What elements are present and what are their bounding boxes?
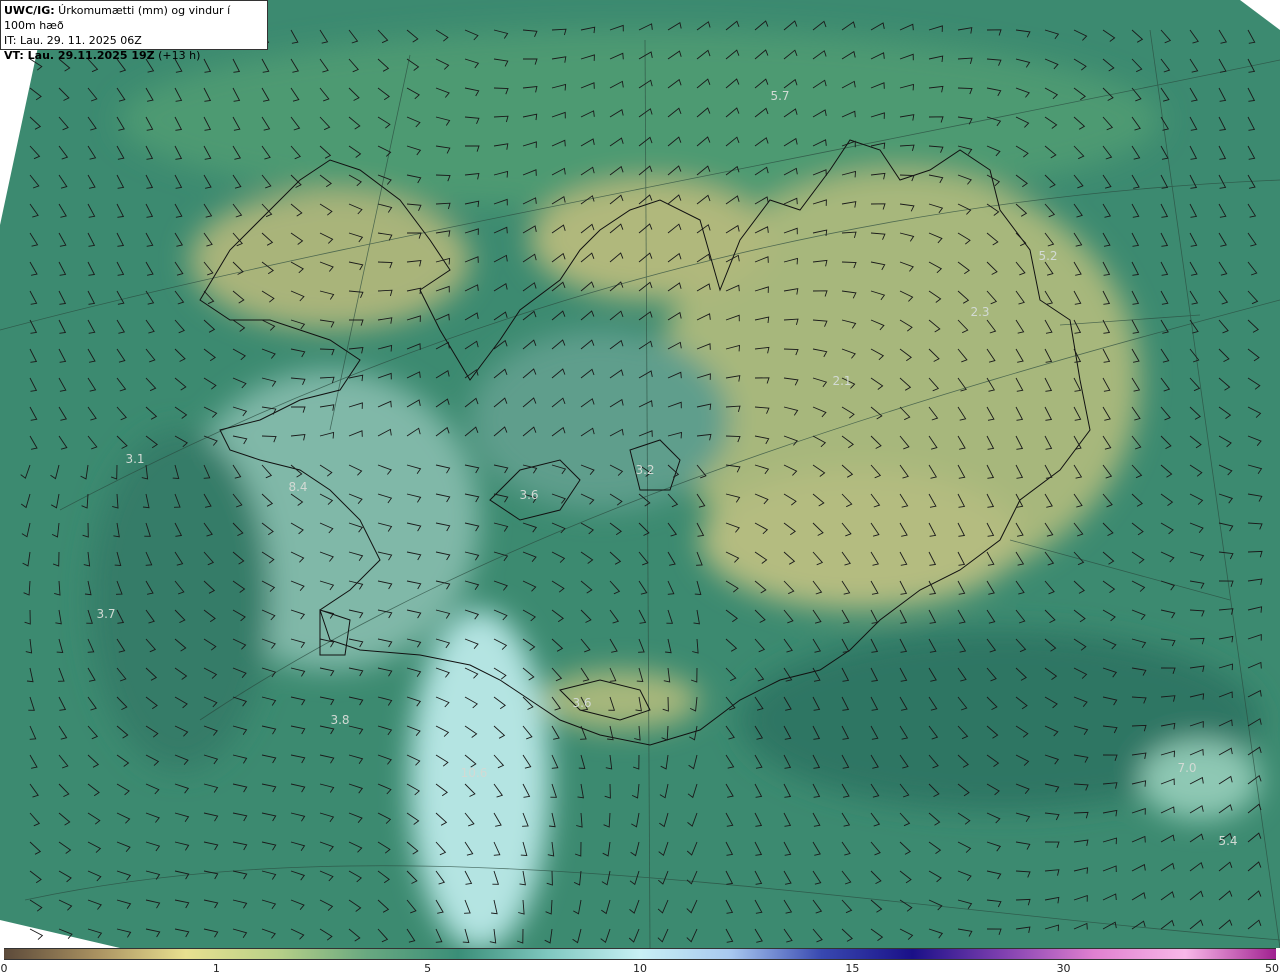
precip-value-label: 2.1 <box>832 374 852 388</box>
precip-value-label: 5.4 <box>1218 834 1238 848</box>
map-title-box: UWC/IG: Úrkomumætti (mm) og vindur í 100… <box>0 0 268 62</box>
precip-value-label: 3.1 <box>125 452 145 466</box>
precip-value-label: 3.2 <box>635 463 655 477</box>
title-line-valid-time: VT: Lau. 29.11.2025 19Z (+13 h) <box>4 49 201 62</box>
precip-value-label: 3.6 <box>519 488 539 502</box>
precip-value-label: 3.7 <box>96 607 116 621</box>
precip-value-label: 3.6 <box>572 696 592 710</box>
precip-value-label: 2.3 <box>970 305 990 319</box>
colorbar-tick-label: 30 <box>1056 962 1071 975</box>
precip-value-label: 5.2 <box>1038 249 1058 263</box>
colorbar: 0 1 5 10 15 30 50 <box>0 948 1280 978</box>
precip-value-label: 7.0 <box>1177 761 1197 775</box>
colorbar-tick-label: 1 <box>212 962 220 975</box>
colorbar-tick-label: 15 <box>845 962 860 975</box>
colorbar-tick-label: 10 <box>633 962 647 975</box>
title-line-product: UWC/IG: Úrkomumætti (mm) og vindur í 100… <box>4 4 231 32</box>
weather-map: UWC/IG: Úrkomumætti (mm) og vindur í 100… <box>0 0 1280 948</box>
precip-value-label: 10.6 <box>460 766 488 780</box>
precip-value-label: 3.8 <box>330 713 350 727</box>
precip-value-label: 5.7 <box>770 89 790 103</box>
colorbar-tick-label: 5 <box>424 962 432 975</box>
colorbar-tick-label: 50 <box>1265 962 1279 975</box>
precip-value-label: 8.4 <box>288 480 308 494</box>
title-line-init-time: IT: Lau. 29. 11. 2025 06Z <box>4 34 142 47</box>
colorbar-tick-label: 0 <box>0 962 8 975</box>
colorbar-strip <box>4 948 1276 960</box>
